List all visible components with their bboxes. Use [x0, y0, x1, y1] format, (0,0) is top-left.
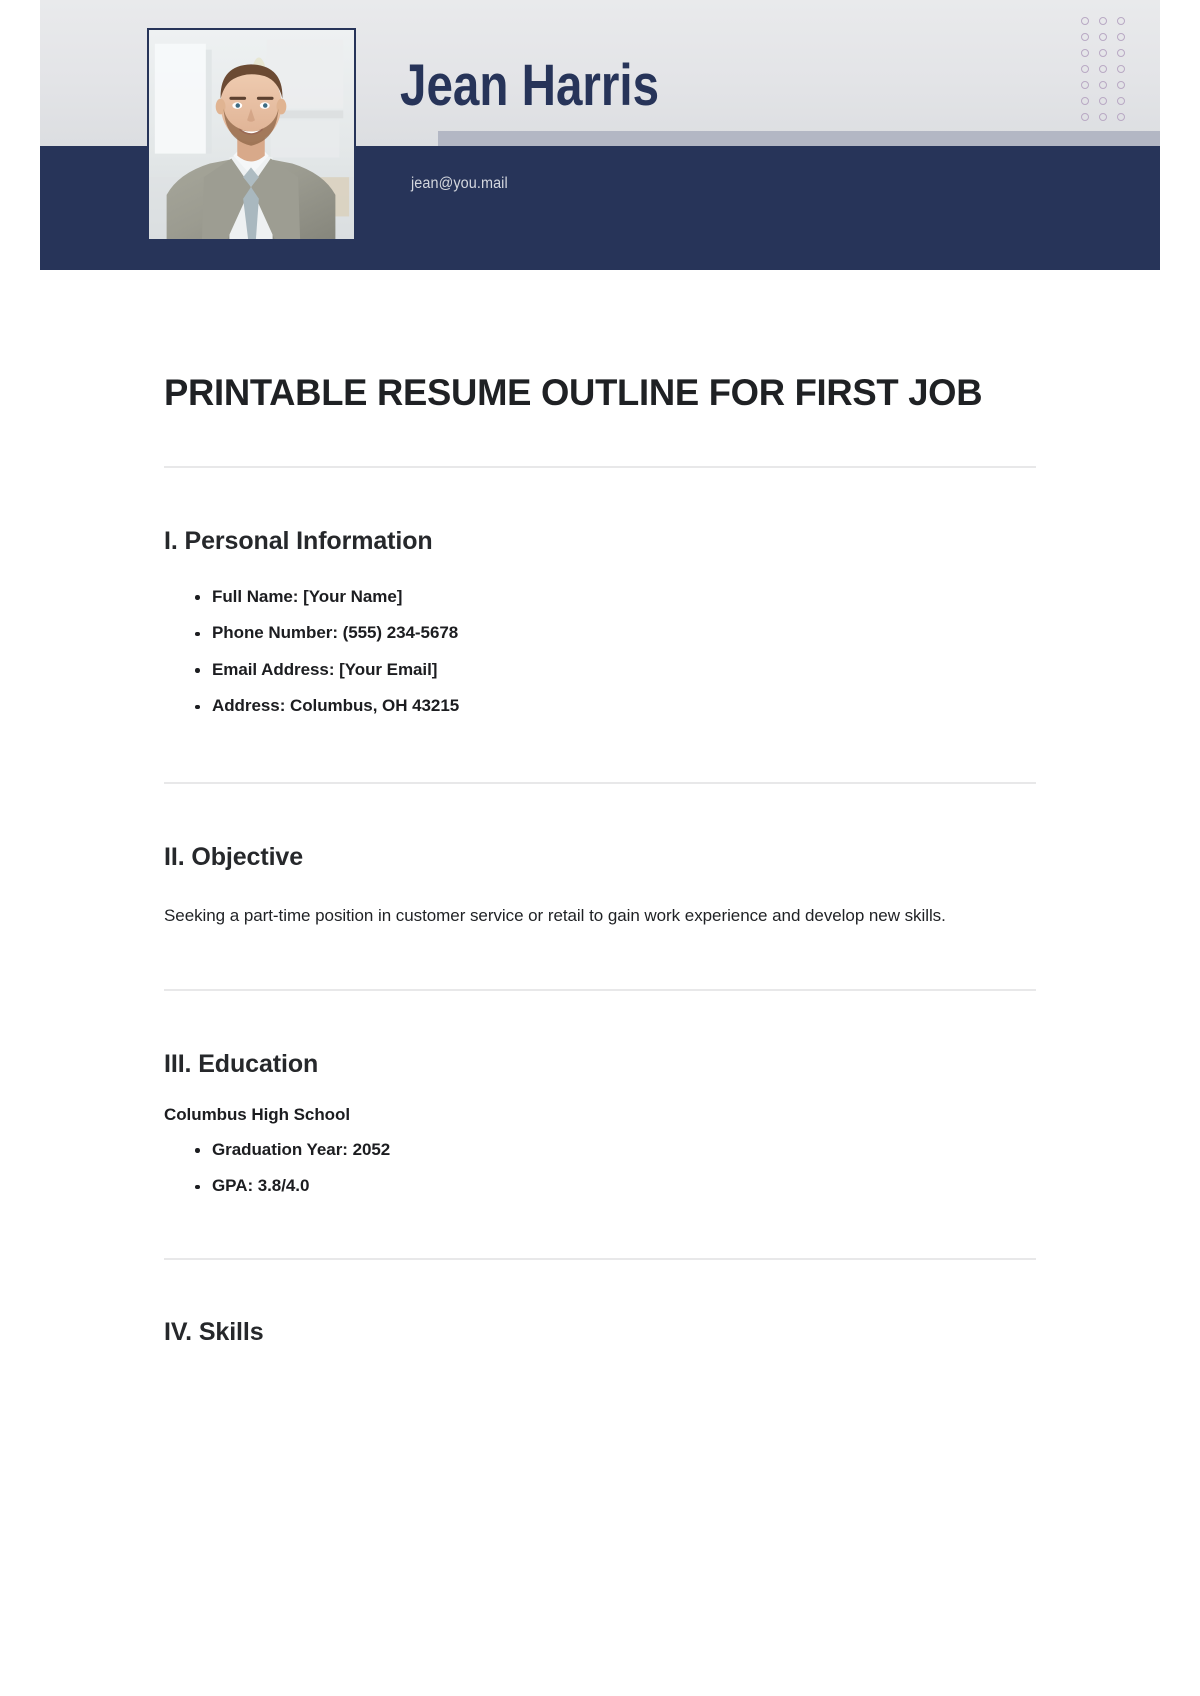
dot-icon [1081, 113, 1089, 121]
bullet-value: 2052 [352, 1139, 391, 1159]
profile-email: jean@you.mail [411, 175, 508, 192]
dot-icon [1081, 17, 1089, 25]
personal-information-list: Full Name: [Your Name] Phone Number: (55… [164, 579, 1036, 725]
bullet-label: Graduation Year [212, 1139, 343, 1159]
section-education: III. Education Columbus High School Grad… [164, 991, 1036, 1205]
page-title: PRINTABLE RESUME OUTLINE FOR FIRST JOB [164, 372, 983, 413]
dot-grid-decoration [1081, 17, 1135, 129]
list-item: Full Name: [Your Name] [195, 579, 1036, 616]
dot-icon [1117, 33, 1125, 41]
bullet-label: Email Address [212, 659, 329, 679]
bullet-value: [Your Email] [339, 659, 438, 679]
bullet-label: Phone Number [212, 623, 333, 643]
bullet-label: Full Name [212, 586, 293, 606]
profile-photo [147, 28, 356, 241]
section-heading-skills: IV. Skills [164, 1317, 264, 1346]
education-school-name: Columbus High School [164, 1104, 350, 1124]
bullet-value: 3.8/4.0 [257, 1176, 310, 1196]
list-item: Email Address: [Your Email] [195, 652, 1036, 689]
profile-name: Jean Harris [400, 53, 660, 118]
bullet-value: (555) 234-5678 [342, 623, 459, 643]
bullet-value: Columbus, OH 43215 [289, 696, 460, 716]
dot-icon [1117, 49, 1125, 57]
dot-icon [1099, 113, 1107, 121]
section-objective: II. Objective Seeking a part-time positi… [164, 784, 1036, 934]
dot-icon [1117, 17, 1125, 25]
section-heading-objective: II. Objective [164, 842, 304, 871]
resume-header: Jean Harris jean@you.mail [40, 0, 1160, 270]
portrait-illustration [149, 30, 354, 239]
dot-icon [1099, 49, 1107, 57]
dot-icon [1081, 81, 1089, 89]
objective-paragraph: Seeking a part-time position in customer… [164, 905, 946, 925]
dot-icon [1117, 81, 1125, 89]
section-skills: IV. Skills [164, 1260, 1036, 1347]
bullet-label: Address [212, 696, 280, 716]
dot-icon [1099, 81, 1107, 89]
bullet-value: [Your Name] [303, 586, 403, 606]
dot-icon [1081, 49, 1089, 57]
resume-page: Jean Harris jean@you.mail PRINTABLE RESU… [40, 0, 1160, 1696]
dot-icon [1099, 33, 1107, 41]
list-item: Phone Number: (555) 234-5678 [195, 615, 1036, 652]
list-item: Graduation Year: 2052 [195, 1132, 1036, 1169]
dot-icon [1081, 65, 1089, 73]
section-heading-personal-information: I. Personal Information [164, 526, 433, 555]
bullet-label: GPA [212, 1176, 248, 1196]
dot-icon [1117, 65, 1125, 73]
education-list: Graduation Year: 2052 GPA: 3.8/4.0 [164, 1132, 1036, 1205]
section-heading-education: III. Education [164, 1049, 319, 1078]
section-personal-information: I. Personal Information Full Name: [Your… [164, 468, 1036, 725]
dot-icon [1099, 97, 1107, 105]
header-accent-bar [438, 131, 1160, 146]
dot-icon [1117, 113, 1125, 121]
resume-body: PRINTABLE RESUME OUTLINE FOR FIRST JOB I… [40, 270, 1160, 1347]
dot-icon [1081, 33, 1089, 41]
dot-icon [1081, 97, 1089, 105]
dot-icon [1117, 97, 1125, 105]
list-item: GPA: 3.8/4.0 [195, 1168, 1036, 1205]
list-item: Address: Columbus, OH 43215 [195, 688, 1036, 725]
dot-icon [1099, 65, 1107, 73]
dot-icon [1099, 17, 1107, 25]
